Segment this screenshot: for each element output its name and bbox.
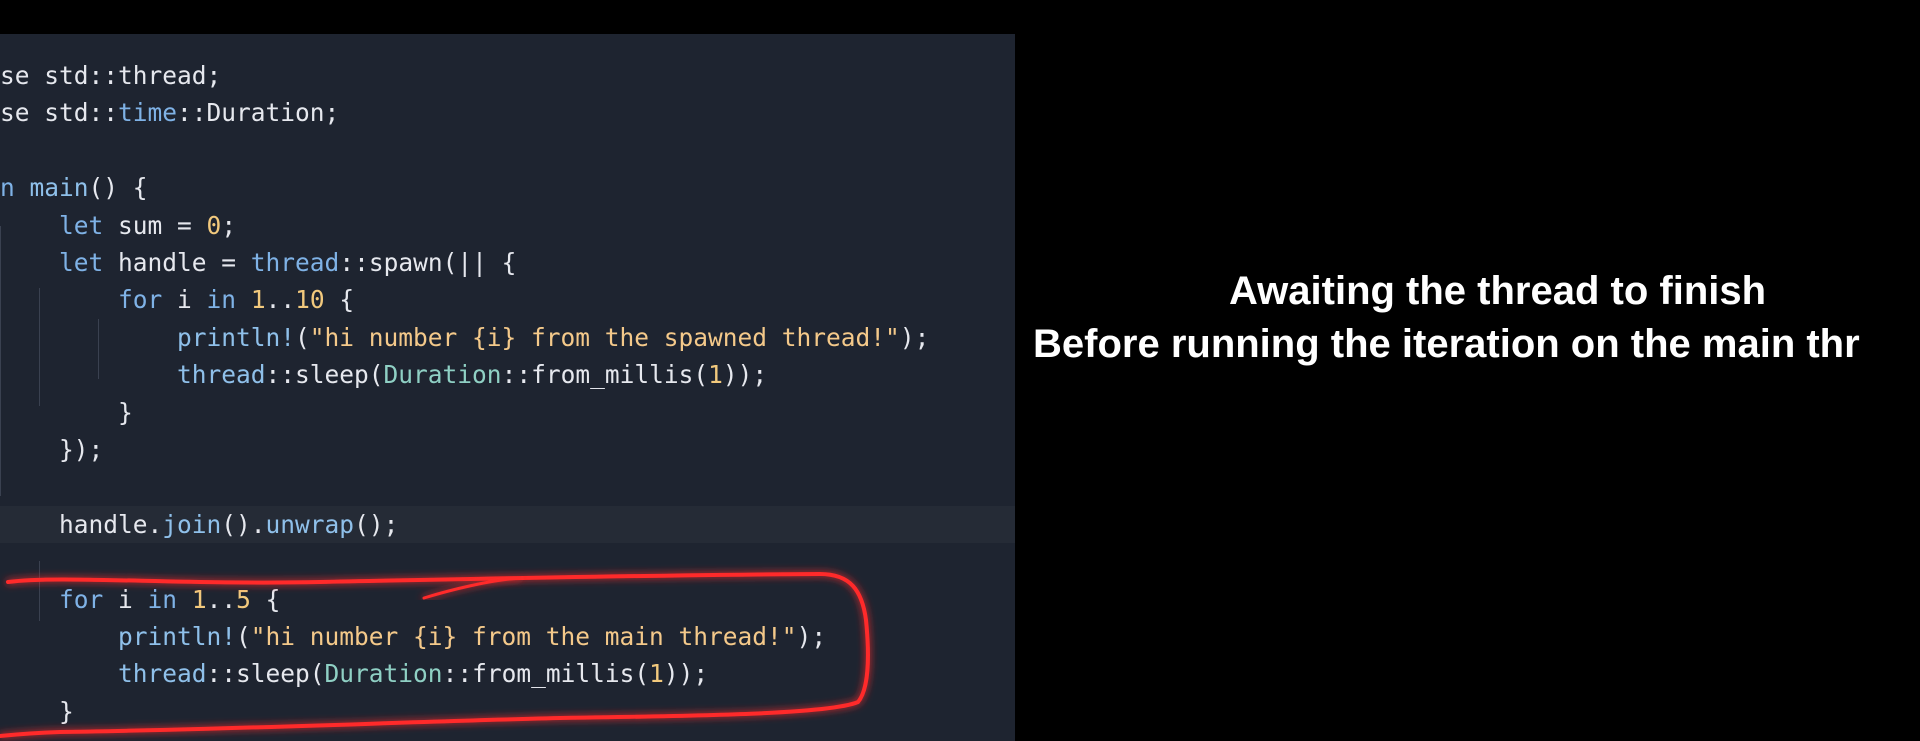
code-token: se std:: xyxy=(0,98,119,128)
code-token: time xyxy=(118,98,178,128)
code-token: ; xyxy=(206,61,222,90)
code-token: (); xyxy=(354,509,399,539)
code-token: .. xyxy=(206,584,237,614)
code-token: "hi number {i} from the main thread!" xyxy=(250,622,797,651)
code-editor[interactable]: se std::thread; se std::time::Duration; n … xyxy=(0,34,1015,741)
code-token: ::from_millis( xyxy=(501,360,709,390)
code-line[interactable]: } xyxy=(0,394,1015,431)
code-token: i xyxy=(162,285,207,315)
code-line[interactable]: println!("hi number {i} from the spawned… xyxy=(0,319,1015,356)
code-token: { xyxy=(250,584,281,614)
code-token: for xyxy=(118,285,163,315)
code-token: ::spawn(|| { xyxy=(339,248,517,277)
code-token: thread xyxy=(118,659,207,689)
code-token: let xyxy=(59,248,104,277)
code-line[interactable]: se std::thread; xyxy=(0,57,1015,94)
top-letterbox-bar xyxy=(0,0,1920,34)
code-token: ( xyxy=(236,622,251,651)
code-token: 1 xyxy=(191,584,207,614)
code-token: 10 xyxy=(295,285,325,315)
code-token: handle = xyxy=(103,248,251,277)
code-line[interactable]: } xyxy=(0,693,1015,730)
code-token: }); xyxy=(0,435,104,464)
code-token: i xyxy=(103,584,148,614)
code-line[interactable] xyxy=(0,468,1015,505)
code-token: 1 xyxy=(250,285,266,315)
code-token: thread xyxy=(118,61,207,90)
code-token: 0 xyxy=(206,210,222,240)
code-token: } xyxy=(0,397,133,427)
caption-line-1: Awaiting the thread to finish xyxy=(1229,269,1767,313)
code-token: ::sleep( xyxy=(206,659,325,689)
code-token: ); xyxy=(899,322,930,352)
code-token: { xyxy=(324,285,355,315)
caption-line-2: Before running the iteration on the main… xyxy=(1033,322,1860,366)
code-line[interactable]: let sum = 0; xyxy=(0,207,1015,244)
code-line[interactable] xyxy=(0,543,1015,580)
code-token: () { xyxy=(88,173,148,203)
code-token: in xyxy=(147,584,178,614)
code-token: ); xyxy=(796,622,827,651)
code-token: ::from_millis( xyxy=(442,659,650,689)
code-token: 5 xyxy=(236,584,251,614)
code-token: Duration xyxy=(324,659,443,689)
code-token: ::sleep( xyxy=(265,360,384,390)
code-token: println! xyxy=(177,322,296,352)
code-token: println! xyxy=(118,622,237,651)
code-token: sum = xyxy=(103,210,207,240)
code-line[interactable]: let handle = thread::spawn(|| { xyxy=(0,244,1015,281)
code-token: 1 xyxy=(649,659,664,689)
code-line[interactable] xyxy=(0,132,1015,169)
code-token: unwrap xyxy=(265,509,355,539)
code-token: let xyxy=(59,210,104,240)
code-line[interactable]: thread::sleep(Duration::from_millis(1)); xyxy=(0,356,1015,393)
code-line[interactable]: for i in 1..10 { xyxy=(0,281,1015,318)
code-token: 1 xyxy=(708,360,723,390)
code-token: handle. xyxy=(0,509,163,539)
code-token: } xyxy=(0,696,74,726)
code-token: .. xyxy=(265,285,296,315)
code-token: (). xyxy=(221,509,266,539)
code-token: in xyxy=(206,285,237,315)
code-line[interactable]: n main() { xyxy=(0,169,1015,206)
code-token: thread xyxy=(177,360,266,390)
code-token: ( xyxy=(295,322,310,352)
code-token: se std:: xyxy=(0,61,119,90)
code-token: n xyxy=(0,173,30,203)
code-line[interactable]: for i in 1..5 { xyxy=(0,581,1015,618)
code-token: thread xyxy=(250,248,340,277)
code-token: )); xyxy=(722,360,768,390)
code-line[interactable]: se std::time::Duration; xyxy=(0,94,1015,131)
code-line[interactable]: handle.join().unwrap(); xyxy=(0,505,1015,543)
code-token: join xyxy=(162,509,222,539)
code-token: main xyxy=(29,173,89,203)
code-token: Duration xyxy=(383,360,502,390)
code-token: )); xyxy=(663,659,709,689)
code-token: "hi number {i} from the spawned thread!" xyxy=(309,322,900,352)
code-line[interactable]: println!("hi number {i} from the main th… xyxy=(0,618,1015,655)
code-line[interactable]: thread::sleep(Duration::from_millis(1)); xyxy=(0,655,1015,692)
code-token: ; xyxy=(221,210,237,240)
code-token: for xyxy=(59,584,104,614)
code-line[interactable]: }); xyxy=(0,431,1015,468)
code-token: ::Duration; xyxy=(177,98,340,128)
